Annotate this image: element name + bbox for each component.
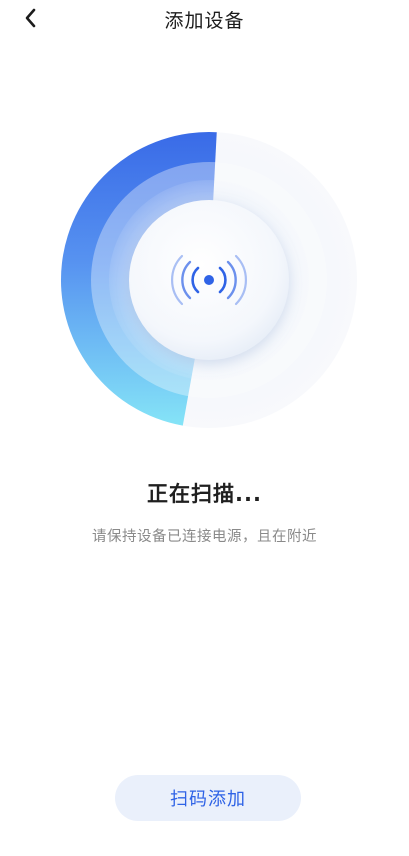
top-bar: 添加设备	[0, 0, 409, 40]
scan-status-hint: 请保持设备已连接电源，且在附近	[92, 529, 317, 545]
scan-qr-add-button[interactable]: 扫码添加	[115, 775, 301, 821]
page-title: 添加设备	[164, 10, 245, 32]
scan-progress-ring	[59, 130, 359, 430]
scan-status-title: 正在扫描...	[147, 482, 262, 506]
